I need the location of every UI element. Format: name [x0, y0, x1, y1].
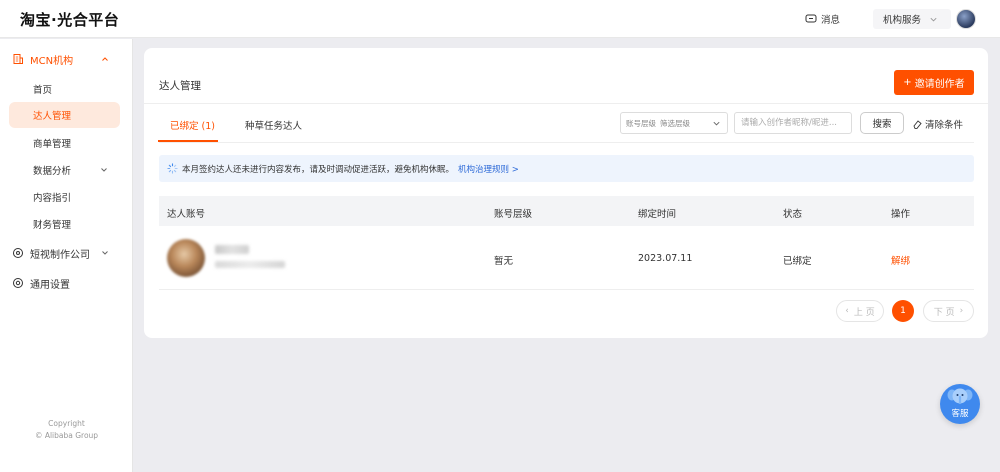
sidebar-item-label: 数据分析 [33, 166, 72, 177]
tab-bound[interactable]: 已绑定 (1) [170, 118, 215, 132]
sidebar: MCN机构 首页 达人管理 商单管理 数据分析 内容指引 财务管理 短视制作公司… [0, 39, 133, 472]
governance-rules-link[interactable]: 机构治理规则 > [458, 163, 519, 175]
creator-id-redacted [215, 261, 285, 268]
org-service-dropdown[interactable]: 机构服务 [873, 9, 951, 29]
tab-seeding-task-creators[interactable]: 种草任务达人 [245, 118, 302, 132]
bind-time-cell: 2023.07.11 [638, 253, 693, 264]
messages-button[interactable]: 消息 [805, 12, 840, 26]
org-service-label: 机构服务 [883, 15, 922, 26]
sidebar-group-label: 通用设置 [30, 279, 70, 291]
invite-creator-label: 邀请创作者 [914, 79, 965, 90]
column-header: 绑定时间 [638, 209, 677, 220]
copyright-line1: Copyright [48, 419, 85, 428]
sidebar-item-content-guide[interactable]: 内容指引 [9, 184, 120, 210]
platform-logo[interactable]: 淘宝·光合平台 [20, 9, 119, 30]
status-cell: 已绑定 [783, 256, 812, 267]
sidebar-item-label: 财务管理 [33, 220, 72, 231]
sidebar-item-creator-management[interactable]: 达人管理 [9, 102, 120, 128]
column-header: 状态 [783, 209, 803, 220]
sidebar-item-label: 首页 [33, 85, 53, 96]
invite-creator-button[interactable]: + 邀请创作者 [894, 70, 974, 95]
next-page-button[interactable]: 下 页 › [923, 300, 974, 322]
prev-page-button[interactable]: ‹ 上 页 [836, 300, 884, 322]
plus-icon: + [903, 77, 912, 88]
elephant-mascot-icon [947, 388, 973, 405]
video-company-icon [13, 248, 23, 258]
creator-name-redacted [215, 245, 249, 254]
building-icon [13, 54, 23, 64]
select-value: 筛选层级 [660, 118, 690, 128]
page-title: 达人管理 [159, 80, 201, 92]
creator-avatar[interactable] [167, 239, 205, 277]
messages-label: 消息 [821, 15, 841, 26]
creator-search-input[interactable] [734, 112, 852, 134]
prev-page-label: 上 页 [853, 307, 875, 318]
chevron-up-icon [102, 57, 108, 61]
gear-icon [13, 278, 23, 288]
table-row: 暂无 2023.07.11 已绑定 解绑 [159, 226, 974, 290]
divider [159, 142, 974, 143]
sidebar-item-home[interactable]: 首页 [9, 76, 120, 102]
sidebar-group-mcn[interactable]: MCN机构 [0, 46, 133, 72]
eraser-icon [913, 120, 922, 129]
user-avatar[interactable] [956, 9, 976, 29]
chevron-right-icon: › [959, 306, 964, 316]
notice-text: 本月签约达人还未进行内容发布，请及时调动促进活跃，避免机构休眠。 [182, 164, 455, 175]
divider [144, 103, 988, 104]
page-number-current[interactable]: 1 [892, 300, 914, 322]
unbind-link[interactable]: 解绑 [891, 253, 910, 267]
next-page-label: 下 页 [933, 307, 955, 318]
sidebar-group-label: 短视制作公司 [30, 249, 90, 261]
message-icon [805, 14, 817, 23]
sidebar-group-video-company[interactable]: 短视制作公司 [0, 240, 133, 266]
column-header: 达人账号 [167, 209, 206, 220]
loading-icon [167, 163, 178, 174]
sidebar-item-label: 内容指引 [33, 193, 72, 204]
creator-management-card: 达人管理 + 邀请创作者 已绑定 (1) 种草任务达人 账号层级 筛选层级 搜索… [144, 48, 988, 338]
account-level-cell: 暂无 [494, 256, 514, 267]
chevron-down-icon [713, 121, 720, 126]
notice-banner: 本月签约达人还未进行内容发布，请及时调动促进活跃，避免机构休眠。 机构治理规则 … [159, 155, 974, 182]
sidebar-group-label: MCN机构 [30, 55, 74, 67]
sidebar-item-orders[interactable]: 商单管理 [9, 130, 120, 156]
chevron-down-icon [102, 251, 108, 255]
column-header: 操作 [891, 209, 911, 220]
customer-service-label: 客服 [951, 409, 969, 419]
search-button[interactable]: 搜索 [860, 112, 904, 134]
chevron-left-icon: ‹ [845, 306, 849, 316]
sidebar-item-data-analysis[interactable]: 数据分析 [9, 157, 120, 183]
clear-filters-button[interactable]: 清除条件 [912, 117, 963, 131]
select-label: 账号层级 [626, 118, 656, 128]
sidebar-group-general-settings[interactable]: 通用设置 [0, 270, 133, 296]
clear-filters-label: 清除条件 [925, 120, 964, 131]
account-level-select[interactable]: 账号层级 筛选层级 [620, 112, 728, 134]
chevron-down-icon [930, 17, 937, 21]
sidebar-item-label: 商单管理 [33, 139, 72, 150]
copyright-line2: © Alibaba Group [34, 431, 99, 440]
table-header: 达人账号 账号层级 绑定时间 状态 操作 [159, 196, 974, 226]
customer-service-button[interactable]: 客服 [940, 384, 980, 424]
chevron-down-icon [101, 168, 107, 172]
column-header: 账号层级 [494, 209, 533, 220]
sidebar-item-finance[interactable]: 财务管理 [9, 211, 120, 237]
top-bar: 淘宝·光合平台 消息 机构服务 [0, 0, 1000, 38]
sidebar-item-label: 达人管理 [33, 111, 72, 122]
